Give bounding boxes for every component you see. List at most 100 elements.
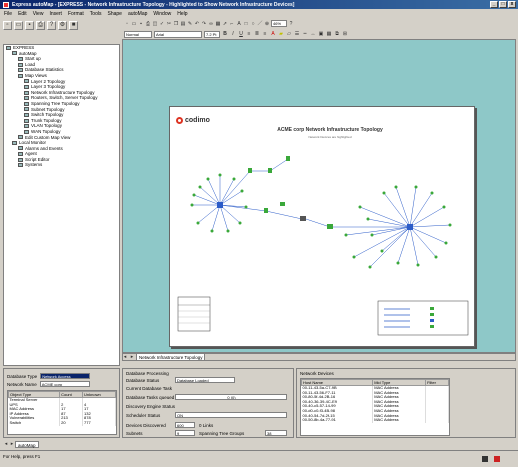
tree-node-icon	[24, 96, 29, 101]
open-icon[interactable]: ▭	[14, 20, 23, 30]
copy-icon[interactable]: ❐	[173, 21, 179, 27]
zoom-help-icon[interactable]: ?	[288, 21, 294, 27]
help-icon[interactable]: ?	[47, 20, 56, 30]
tree-node-icon	[24, 79, 29, 84]
layers-icon[interactable]: ▦	[215, 21, 221, 27]
devices-table[interactable]: Host Name Mid Type Filter 00-11-43-5a-C7…	[300, 378, 450, 436]
paste-icon[interactable]: ▤	[180, 21, 186, 27]
line-weight-icon[interactable]: ☰	[294, 31, 300, 37]
stamp-icon[interactable]: ⊕	[264, 21, 270, 27]
first-tab-icon[interactable]: ◂	[122, 354, 128, 360]
maximize-button[interactable]: □	[499, 1, 507, 8]
preview-icon[interactable]: ◫	[152, 21, 158, 27]
tree-node-icon	[24, 124, 29, 129]
menu-window[interactable]: Window	[153, 11, 171, 17]
tab-automap[interactable]: autoMap	[15, 440, 39, 448]
legend-box	[177, 296, 211, 332]
print-icon[interactable]: ⎙	[36, 20, 45, 30]
tree-node-icon	[6, 45, 11, 50]
style-select[interactable]: Normal	[124, 30, 152, 38]
menu-format[interactable]: Format	[68, 11, 84, 17]
object-count-table[interactable]: Object Type Count Unknown Terminal Serve…	[7, 390, 117, 435]
table-row[interactable]: 00-50-8b-4a-77-91 MAC Address	[301, 418, 449, 423]
page-tabs: ◂ ▸ Network Infrastructure Topology	[122, 353, 282, 361]
rectangle-tool-icon[interactable]: □	[243, 21, 249, 27]
save-doc-icon[interactable]: ▪	[138, 21, 144, 27]
diagram-page: codimo ACME corp Network Infrastructure …	[169, 106, 475, 347]
spanning-tree-label: Spanning Tree Groups	[199, 431, 245, 436]
line-color-icon[interactable]: ▱	[286, 31, 292, 37]
app-icon	[3, 1, 9, 8]
menu-view[interactable]: View	[33, 11, 44, 17]
pointer-icon[interactable]: ➚	[222, 21, 228, 27]
cut-icon[interactable]: ✂	[166, 21, 172, 27]
network-diagram	[177, 156, 469, 336]
align-left-icon[interactable]: ≡	[246, 31, 252, 37]
settings-icon[interactable]: ⚙	[58, 20, 67, 30]
autosize-icon[interactable]: ⊞	[342, 31, 348, 37]
tree-node-icon	[18, 62, 23, 67]
menu-edit[interactable]: Edit	[18, 11, 27, 17]
size-select[interactable]: 7.2 Pt	[204, 30, 220, 38]
line-pattern-icon[interactable]: ┅	[302, 31, 308, 37]
hyperlink-icon[interactable]: ∞	[208, 21, 214, 27]
tree-node-icon	[24, 101, 29, 106]
menu-file[interactable]: File	[4, 11, 12, 17]
menu-automap[interactable]: autoMap	[128, 11, 147, 17]
open-doc-icon[interactable]: ▭	[131, 21, 137, 27]
devices-heading: Network Devices	[300, 371, 334, 376]
stop-icon[interactable]: ■	[69, 20, 78, 30]
fill-color-icon[interactable]: ▰	[278, 31, 284, 37]
spanning-tree-field: 38	[265, 430, 287, 436]
network-name-field[interactable]: ACME corp	[39, 381, 90, 387]
undo-icon[interactable]: ↶	[194, 21, 200, 27]
font-color-icon[interactable]: A	[270, 31, 276, 37]
tree-node-icon	[18, 135, 23, 140]
drawing-canvas[interactable]: codimo ACME corp Network Infrastructure …	[122, 39, 516, 353]
status-bar: For Help, press F1	[0, 450, 518, 467]
db-status-field: Database Loaded	[175, 377, 235, 383]
connector-icon[interactable]: ⌐	[229, 21, 235, 27]
ellipse-tool-icon[interactable]: ○	[250, 21, 256, 27]
line-tool-icon[interactable]: ／	[257, 21, 263, 27]
new-icon[interactable]: ▫	[3, 20, 12, 30]
line-ends-icon[interactable]: ↔	[310, 31, 316, 37]
menu-shape[interactable]: Shape	[107, 11, 121, 17]
format-painter-icon[interactable]: ✎	[187, 21, 193, 27]
save-icon[interactable]: ▪	[25, 20, 34, 30]
spell-icon[interactable]: ✓	[159, 21, 165, 27]
menu-tools[interactable]: Tools	[90, 11, 102, 17]
database-panel: Database Type Network Access Network Nam…	[3, 368, 120, 438]
new-doc-icon[interactable]: ▫	[124, 21, 130, 27]
menu-insert[interactable]: Insert	[49, 11, 62, 17]
db-status-label: Database Status	[126, 378, 160, 383]
tree-item[interactable]: Systems	[4, 162, 119, 168]
print-doc-icon[interactable]: ⎙	[145, 21, 151, 27]
grid-icon[interactable]: ▦	[326, 31, 332, 37]
tree-node-icon	[18, 152, 23, 157]
current-task-label: Current Database Task	[126, 386, 172, 391]
align-center-icon[interactable]: ≣	[254, 31, 260, 37]
italic-icon[interactable]: I	[230, 31, 236, 37]
db-type-field[interactable]: Network Access	[40, 373, 91, 379]
group-icon[interactable]: ⧉	[334, 31, 340, 37]
text-tool-icon[interactable]: A	[236, 21, 242, 27]
close-button[interactable]: x	[508, 1, 516, 8]
table-row[interactable]: Switch 20 777	[8, 420, 116, 426]
cell: 20	[59, 420, 84, 426]
redo-icon[interactable]: ↷	[201, 21, 207, 27]
underline-icon[interactable]: U	[238, 31, 244, 37]
alert-indicator-icon	[494, 456, 500, 462]
shadow-icon[interactable]: ▣	[318, 31, 324, 37]
align-right-icon[interactable]: ≡	[262, 31, 268, 37]
tree-node-icon	[18, 68, 23, 73]
font-select[interactable]: Arial	[154, 30, 202, 38]
next-tab-icon[interactable]: ▸	[129, 354, 135, 360]
minimize-button[interactable]: _	[490, 1, 498, 8]
zoom-select[interactable]: 46%	[271, 20, 287, 27]
tree-node-icon	[24, 118, 29, 123]
menu-help[interactable]: Help	[177, 11, 187, 17]
tree-node-icon	[12, 140, 17, 145]
tab-network-infrastructure[interactable]: Network Infrastructure Topology	[136, 353, 206, 361]
bold-icon[interactable]: B	[222, 31, 228, 37]
